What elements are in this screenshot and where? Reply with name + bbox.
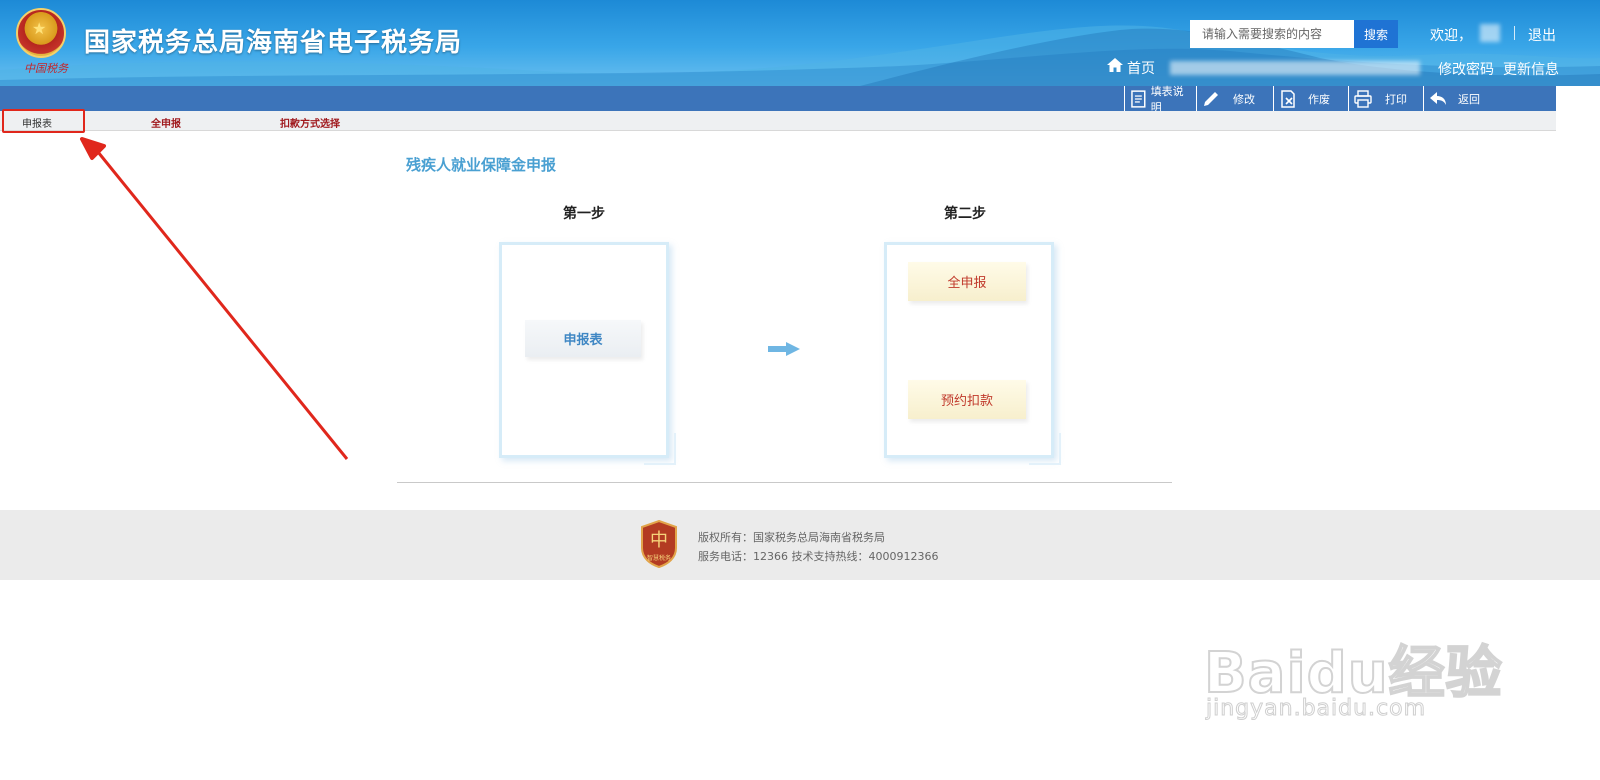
svg-text:中: 中: [650, 530, 668, 551]
declaration-form-button[interactable]: 申报表: [525, 320, 641, 357]
watermark-url: jingyan.baidu.com: [1205, 696, 1427, 722]
toolbar-label: 打印: [1385, 92, 1407, 106]
right-arrow-icon: [768, 342, 800, 356]
logout-link[interactable]: 退出: [1528, 25, 1556, 45]
search-input[interactable]: [1190, 20, 1354, 48]
action-toolbar: 填表说明 修改 作废 打印 返回: [0, 85, 1556, 114]
tax-emblem-logo: ★: [16, 8, 66, 58]
badge-label: 智慧税务: [647, 554, 671, 562]
welcome-text: 欢迎，: [1430, 28, 1472, 44]
page-title: 残疾人就业保障金申报: [406, 156, 557, 174]
pencil-icon: [1204, 91, 1218, 106]
void-button[interactable]: 作废: [1273, 86, 1348, 111]
annotation-highlight-box: [2, 109, 85, 133]
redacted-company-info: [1170, 61, 1420, 75]
content-divider: [397, 482, 1172, 483]
header-banner: ★ 中国税务 国家税务总局海南省电子税务局 搜索 欢迎， 退出 首页 修改密码 …: [0, 0, 1600, 86]
smart-tax-badge-icon: 中 智慧税务: [641, 520, 677, 568]
step1-title: 第一步: [563, 206, 605, 222]
home-link[interactable]: 首页: [1127, 58, 1155, 78]
site-title: 国家税务总局海南省电子税务局: [84, 28, 463, 58]
printer-icon: [1354, 89, 1372, 108]
toolbar-label: 修改: [1233, 92, 1255, 106]
logo-script: 中国税务: [24, 62, 68, 75]
home-icon: [1107, 58, 1123, 72]
change-password-link[interactable]: 修改密码: [1438, 59, 1494, 79]
scheduled-deduction-button[interactable]: 预约扣款: [908, 380, 1026, 419]
divider: [1514, 26, 1515, 40]
toolbar-label: 返回: [1458, 92, 1480, 106]
search-button[interactable]: 搜索: [1354, 20, 1398, 48]
footer: [0, 510, 1600, 580]
footer-phone: 服务电话：12366 技术支持热线：4000912366: [698, 550, 939, 563]
back-arrow-icon: [1430, 91, 1446, 105]
redacted-username: [1480, 24, 1500, 42]
fill-instructions-button[interactable]: 填表说明: [1124, 85, 1194, 114]
toolbar-label: 作废: [1308, 92, 1330, 106]
print-button[interactable]: 打印: [1348, 86, 1423, 111]
footer-copyright: 版权所有：国家税务总局海南省税务局: [698, 531, 885, 544]
sub-navigation: 申报表 全申报 扣款方式选择: [0, 111, 1556, 131]
step2-title: 第二步: [944, 206, 986, 222]
back-button[interactable]: 返回: [1423, 86, 1503, 111]
star-icon: ★: [32, 19, 47, 38]
edit-button[interactable]: 修改: [1196, 86, 1272, 111]
update-info-link[interactable]: 更新信息: [1503, 59, 1559, 79]
void-doc-icon: [1281, 89, 1295, 108]
subnav-full-declaration[interactable]: 全申报: [151, 115, 181, 130]
full-declaration-button[interactable]: 全申报: [908, 262, 1026, 301]
document-icon: [1131, 89, 1146, 108]
toolbar-label: 填表说明: [1150, 84, 1184, 114]
subnav-deduction-method[interactable]: 扣款方式选择: [280, 115, 340, 130]
